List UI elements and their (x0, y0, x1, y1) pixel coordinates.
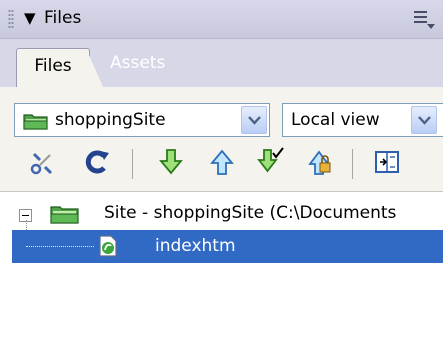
tab-files[interactable]: Files (16, 48, 103, 87)
view-dropdown-value: Local view (291, 110, 380, 130)
tree-row-file[interactable]: indexhtm (12, 230, 443, 263)
collapse-arrow-icon[interactable]: ▼ (24, 9, 36, 27)
files-toolbar (0, 143, 443, 183)
site-controls: shoppingSite Local view (0, 87, 443, 192)
tree-connector-line (26, 246, 94, 247)
site-folder-icon (23, 114, 48, 130)
site-dropdown-value: shoppingSite (55, 110, 166, 130)
panel-title: Files (44, 8, 82, 28)
files-panel: ▼ Files Files Assets shoppingSite Local … (0, 0, 443, 345)
tab-assets[interactable]: Assets (110, 53, 165, 73)
html-file-icon (99, 235, 117, 257)
refresh-icon[interactable] (82, 147, 112, 177)
tab-bar: Files Assets (0, 39, 443, 87)
panel-title-bar[interactable]: ▼ Files (0, 0, 443, 39)
view-dropdown[interactable]: Local view (282, 103, 443, 137)
toolbar-separator (352, 149, 353, 179)
get-files-icon[interactable] (156, 147, 186, 177)
put-files-icon[interactable] (207, 147, 237, 177)
file-name-label: indexhtm (155, 236, 236, 256)
check-in-icon[interactable] (305, 147, 335, 177)
chevron-down-icon (248, 116, 261, 125)
tree-row-site[interactable]: Site - shoppingSite (C:\Documents (0, 198, 443, 228)
panel-options-icon[interactable] (412, 8, 436, 30)
site-folder-icon (50, 206, 79, 224)
site-root-label: Site - shoppingSite (C:\Documents (104, 203, 397, 223)
chevron-down-icon (418, 116, 431, 125)
expand-icon[interactable] (372, 147, 402, 177)
view-dropdown-button[interactable] (411, 106, 437, 134)
toolbar-separator (132, 149, 133, 179)
site-dropdown-button[interactable] (241, 106, 267, 134)
site-dropdown[interactable]: shoppingSite (14, 103, 270, 137)
file-tree: Site - shoppingSite (C:\Documents indexh… (0, 192, 443, 345)
check-out-icon[interactable] (256, 147, 286, 177)
connect-icon[interactable] (28, 147, 58, 177)
grip-handle[interactable] (8, 9, 14, 29)
